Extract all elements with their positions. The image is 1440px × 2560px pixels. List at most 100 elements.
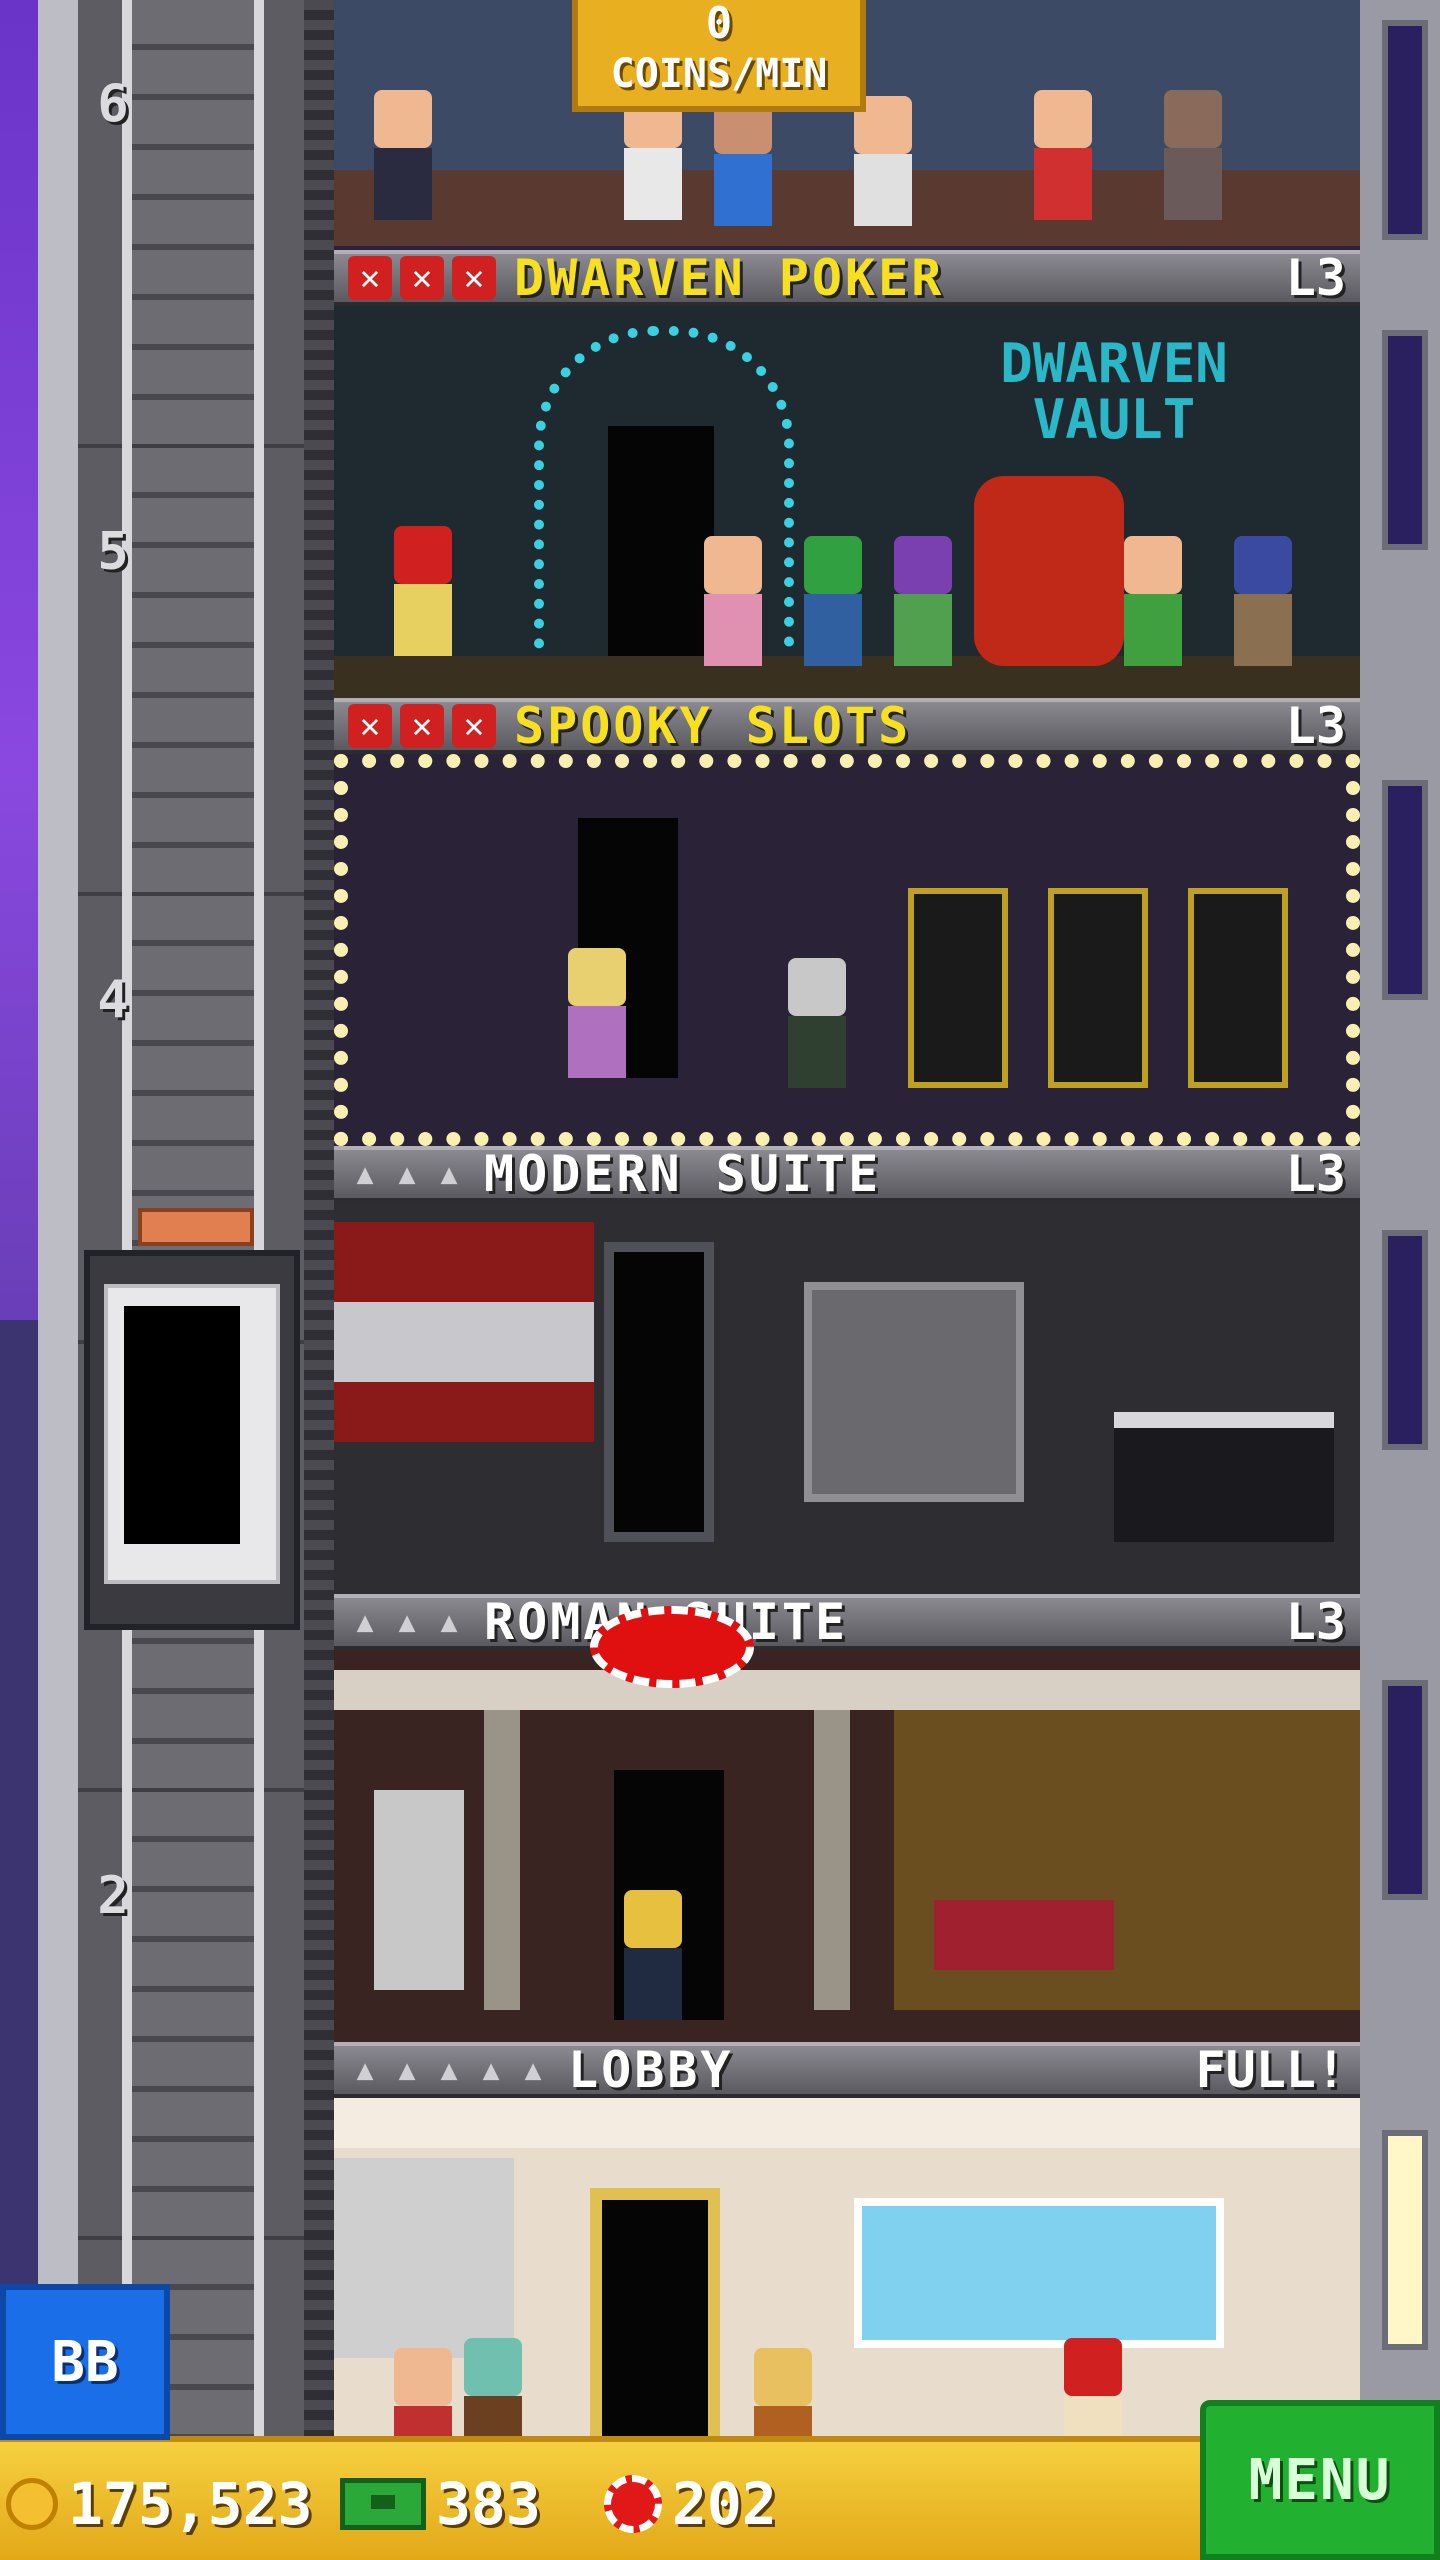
elevator-car-door	[124, 1306, 240, 1544]
x-mark-icon: ✕	[348, 256, 392, 300]
dragon	[974, 476, 1124, 666]
guest[interactable]	[754, 2348, 812, 2450]
x-mark-icon: ✕	[400, 256, 444, 300]
window	[1382, 1680, 1428, 1900]
chip-icon	[604, 2475, 662, 2533]
guest[interactable]	[1164, 90, 1222, 220]
room-spooky-slots[interactable]: ✕ ✕ ✕ SPOOKY SLOTS L3	[334, 697, 1360, 1146]
guest[interactable]	[374, 90, 432, 220]
room-level: L3	[1285, 249, 1346, 307]
room-interior	[334, 1650, 1360, 2042]
star-pip-icon: ▲	[356, 1157, 374, 1190]
coin-icon	[6, 2478, 58, 2530]
x-mark-icon: ✕	[452, 256, 496, 300]
floor-number: 4	[97, 970, 129, 1030]
aquarium	[854, 2198, 1224, 2348]
coins-stat[interactable]: 175,523	[6, 2470, 312, 2538]
window	[1382, 780, 1428, 1000]
star-pip-icon: ▲	[524, 2053, 542, 2086]
room-name: SPOOKY SLOTS	[514, 697, 912, 755]
room-status: FULL!	[1195, 2041, 1346, 2099]
star-pip-icon: ▲	[482, 2053, 500, 2086]
shaft-floor-2	[78, 1792, 304, 2240]
coins-value: 175,523	[68, 2470, 313, 2538]
room-roman-suite[interactable]: ▲ ▲ ▲ ROMAN SUITE L3	[334, 1593, 1360, 2042]
guest[interactable]	[1034, 90, 1092, 220]
vault-sign: DWARVEN VAULT	[1000, 332, 1228, 451]
room-stock-indicators: ✕ ✕ ✕	[348, 256, 496, 300]
chips-value: 202	[672, 2470, 777, 2538]
shaft-floor-6	[78, 0, 304, 448]
room-interior	[334, 2098, 1360, 2450]
star-pip-icon: ▲	[398, 2053, 416, 2086]
guest[interactable]	[464, 2338, 522, 2450]
guest[interactable]	[714, 96, 772, 226]
guest[interactable]	[804, 536, 862, 666]
elevator-car[interactable]	[84, 1250, 300, 1630]
room-interior	[334, 1202, 1360, 1594]
slot-machine	[1188, 888, 1288, 1088]
room-door	[604, 1242, 714, 1542]
bux-stat[interactable]: 383	[340, 2470, 541, 2538]
shaft-floor-5	[78, 448, 304, 896]
bux-icon	[340, 2478, 426, 2530]
x-mark-icon: ✕	[400, 704, 444, 748]
room-stock-indicators: ✕ ✕ ✕	[348, 704, 496, 748]
room-interior: DWARVEN VAULT	[334, 306, 1360, 698]
x-mark-icon: ✕	[452, 704, 496, 748]
coins-per-minute-banner[interactable]: 0 COINS/MIN	[572, 0, 866, 112]
poker-chip-collectible[interactable]	[590, 1606, 754, 1688]
room-name: MODERN SUITE	[484, 1145, 882, 1203]
elevator-car-top	[138, 1208, 254, 1246]
room-name: LOBBY	[568, 2041, 734, 2099]
statue	[374, 1790, 464, 1990]
guest[interactable]	[704, 536, 762, 666]
guest[interactable]	[624, 1890, 682, 2020]
slot-machine	[1048, 888, 1148, 1088]
guest[interactable]	[1234, 536, 1292, 666]
room-level: L3	[1285, 1593, 1346, 1651]
room-level: L3	[1285, 697, 1346, 755]
star-pip-icon: ▲	[440, 1605, 458, 1638]
chaise-lounge	[934, 1900, 1114, 1970]
room-header: ▲ ▲ ▲ MODERN SUITE L3	[334, 1145, 1360, 1203]
star-pip-icon: ▲	[398, 1157, 416, 1190]
x-mark-icon: ✕	[348, 704, 392, 748]
bux-value: 383	[436, 2470, 541, 2538]
shaft-rail-right	[254, 0, 264, 2450]
coins-per-minute-label: COINS/MIN	[610, 51, 828, 97]
bitbook-button[interactable]: BB	[0, 2284, 170, 2440]
guest[interactable]	[894, 536, 952, 666]
shaft-rail-left	[122, 0, 132, 2450]
room-stock-indicators: ▲ ▲ ▲	[348, 1157, 466, 1190]
guest[interactable]	[1124, 536, 1182, 666]
room-stock-indicators: ▲ ▲ ▲	[348, 1605, 466, 1638]
window	[1382, 2130, 1428, 2350]
room-door	[590, 2188, 720, 2450]
slot-machine	[908, 888, 1008, 1088]
room-stock-indicators: ▲ ▲ ▲ ▲ ▲	[348, 2053, 550, 2086]
room-dwarven-poker[interactable]: ✕ ✕ ✕ DWARVEN POKER L3 DWARVEN VAULT	[334, 249, 1360, 698]
guest[interactable]	[394, 526, 452, 656]
room-header: ✕ ✕ ✕ DWARVEN POKER L3	[334, 249, 1360, 307]
window	[1382, 1230, 1428, 1450]
room-modern-suite[interactable]: ▲ ▲ ▲ MODERN SUITE L3	[334, 1145, 1360, 1594]
star-pip-icon: ▲	[356, 1605, 374, 1638]
chips-stat[interactable]: 202	[604, 2470, 777, 2538]
guest[interactable]	[854, 96, 912, 226]
star-pip-icon: ▲	[440, 1157, 458, 1190]
room-lobby[interactable]: ▲ ▲ ▲ ▲ ▲ LOBBY FULL!	[334, 2041, 1360, 2450]
zombie[interactable]	[788, 958, 846, 1088]
guest[interactable]	[394, 2348, 452, 2450]
building-left-wall	[38, 0, 78, 2560]
room-header: ▲ ▲ ▲ ▲ ▲ LOBBY FULL!	[334, 2041, 1360, 2099]
menu-button[interactable]: MENU	[1200, 2400, 1440, 2560]
room-name: DWARVEN POKER	[514, 249, 945, 307]
room-header: ✕ ✕ ✕ SPOOKY SLOTS L3	[334, 697, 1360, 755]
room-door	[608, 426, 714, 666]
building-right-wall	[1360, 0, 1440, 2450]
guest[interactable]	[568, 948, 626, 1078]
bellhop[interactable]	[1064, 2338, 1122, 2450]
window	[1382, 20, 1428, 240]
room-level: L3	[1285, 1145, 1346, 1203]
